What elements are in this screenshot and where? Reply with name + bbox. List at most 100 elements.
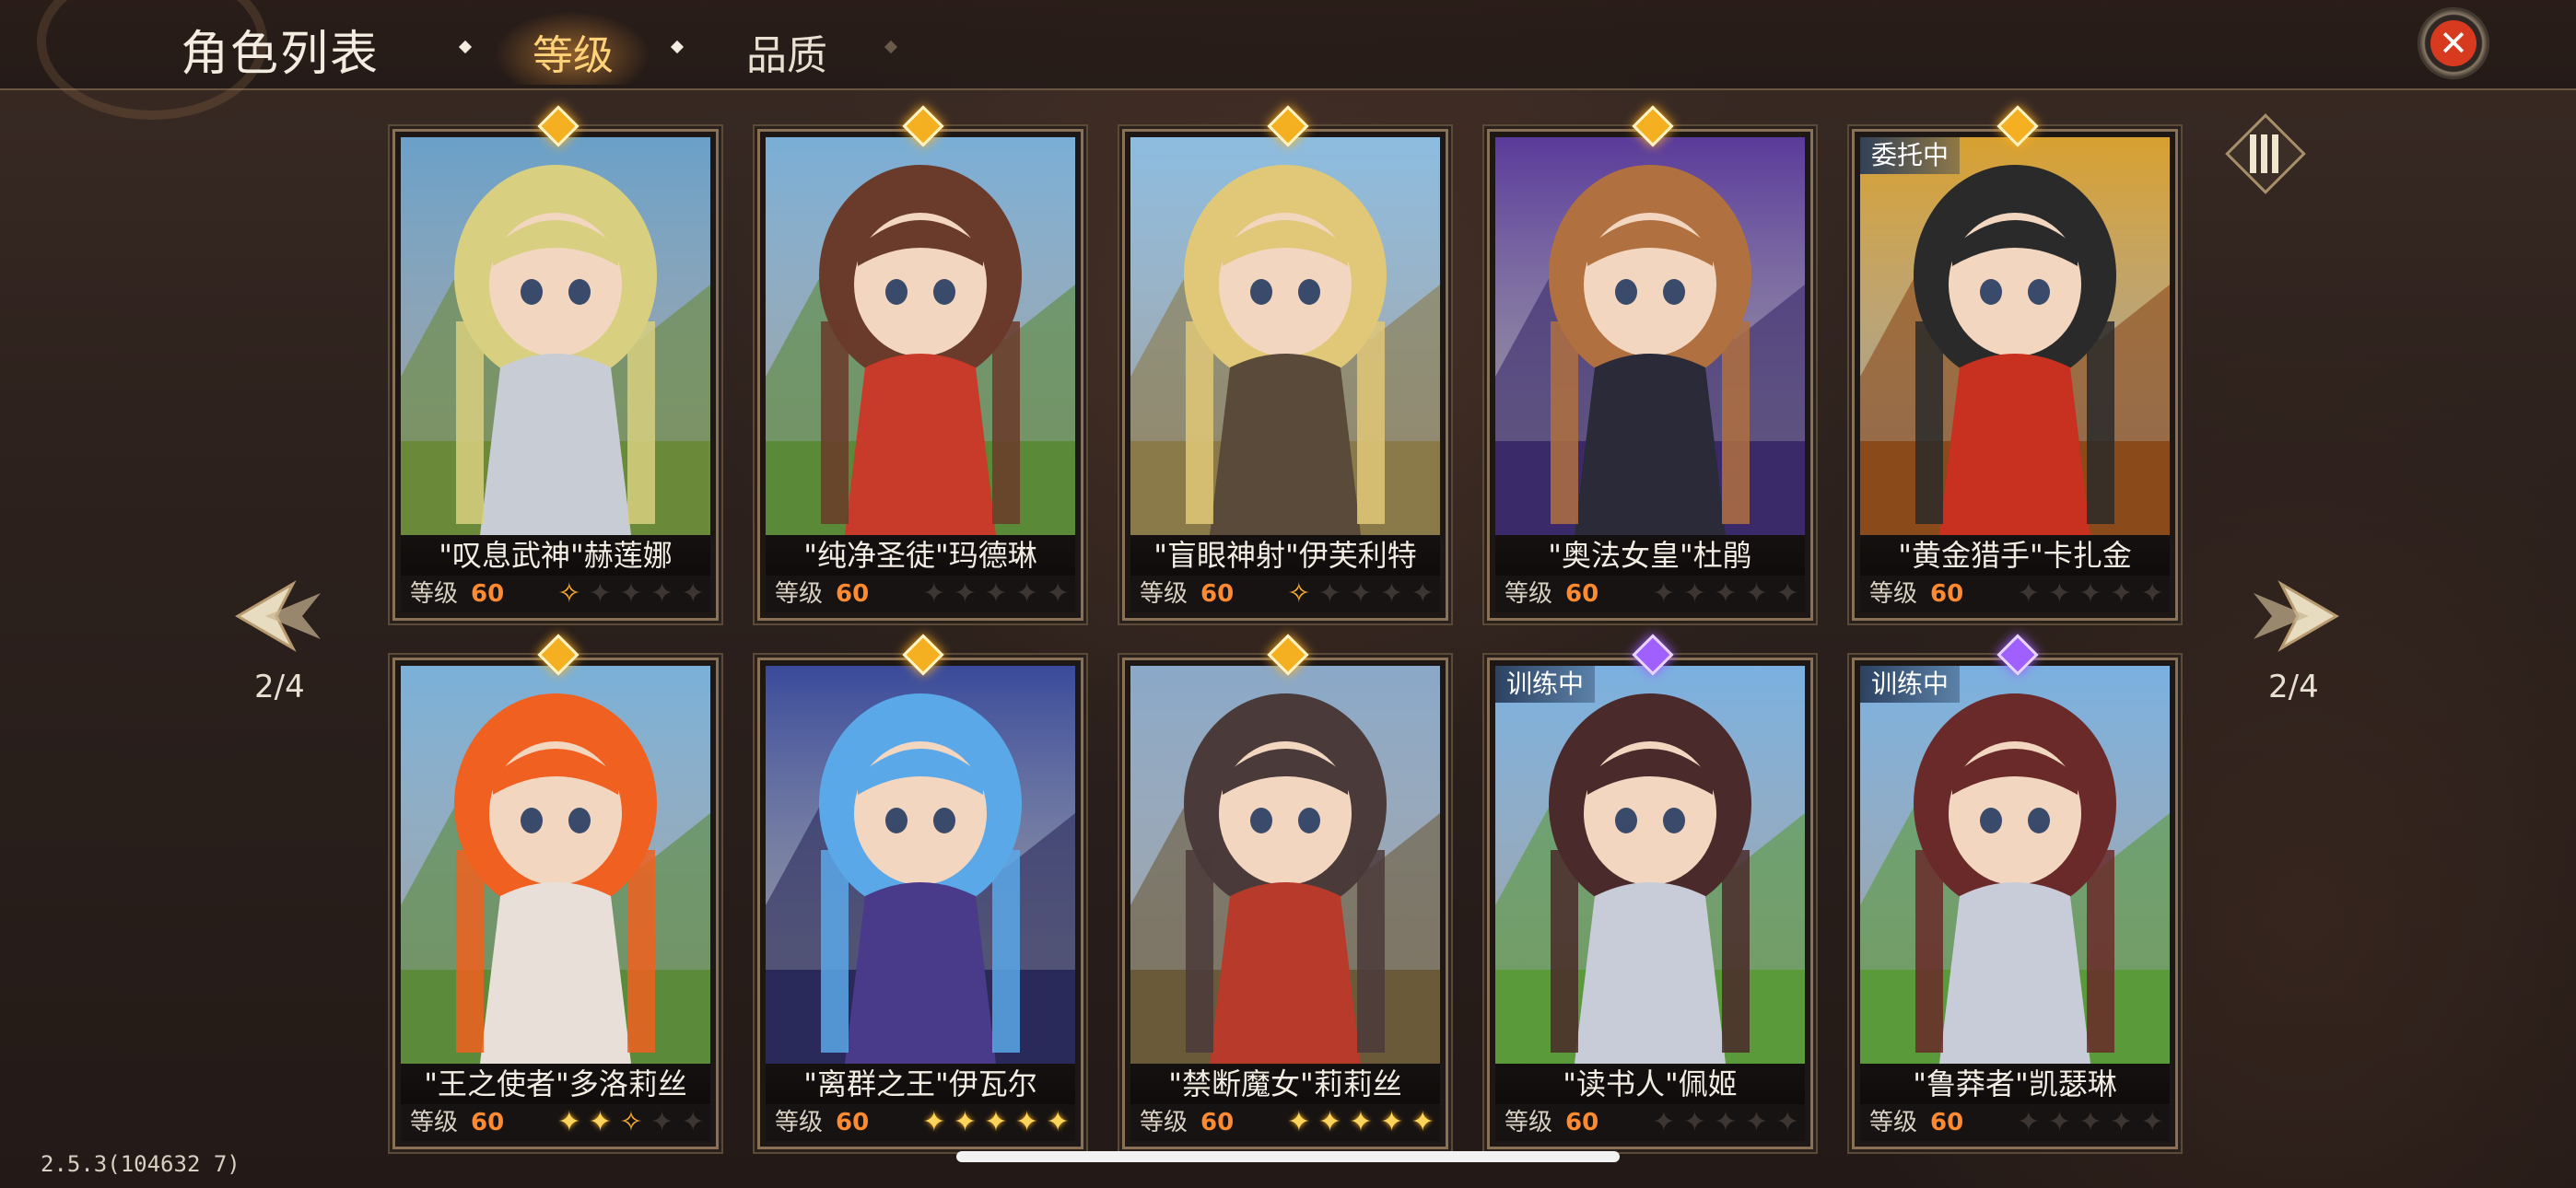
close-x-icon: ✕: [2430, 20, 2476, 66]
level-row: 等级 60 ✦ ✦ ✧ ✦ ✦: [401, 1104, 710, 1141]
character-card[interactable]: 训练中 "读书人"佩姬 等级 60 ✦ ✦ ✦ ✦ ✦: [1487, 634, 1813, 1149]
star-icon: ✦: [1714, 1106, 1738, 1138]
level-row: 等级 60 ✧ ✦ ✦ ✦ ✦: [401, 576, 710, 612]
star-icon: ✦: [1287, 1106, 1311, 1138]
level-value: 60: [1565, 1109, 1599, 1136]
star-icon: ✦: [588, 577, 612, 610]
level-label: 等级: [1140, 580, 1188, 608]
character-name: "王之使者"多洛莉丝: [401, 1064, 710, 1104]
star-icon: ✦: [1015, 577, 1039, 610]
status-tag: 训练中: [1860, 666, 1961, 703]
character-card[interactable]: "盲眼神射"伊芙利特 等级 60 ✧ ✦ ✦ ✦ ✦: [1122, 105, 1448, 621]
character-card[interactable]: "纯净圣徒"玛德琳 等级 60 ✦ ✦ ✦ ✦ ✦: [757, 105, 1083, 621]
star-rating: ✦ ✦ ✦ ✦ ✦: [2015, 576, 2166, 612]
top-bar: 角色列表 等级 品质 ✕: [0, 0, 2576, 120]
close-button[interactable]: ✕: [2418, 7, 2489, 79]
home-indicator[interactable]: [956, 1151, 1620, 1162]
level-row: 等级 60 ✦ ✦ ✦ ✦ ✦: [1495, 1104, 1805, 1141]
character-portrait: [1495, 666, 1805, 1064]
star-icon: ✦: [1652, 577, 1676, 610]
star-icon: ✧: [1287, 577, 1311, 610]
level-label: 等级: [410, 580, 459, 608]
star-icon: ✦: [588, 1106, 612, 1138]
character-portrait: [1495, 137, 1805, 535]
character-name: "黄金猎手"卡扎金: [1860, 535, 2170, 576]
star-icon: ✦: [2110, 577, 2134, 610]
level-row: 等级 60 ✦ ✦ ✦ ✦ ✦: [1860, 1104, 2170, 1141]
tab-quality[interactable]: 品质: [746, 22, 827, 81]
level-row: 等级 60 ✦ ✦ ✦ ✦ ✦: [1130, 1104, 1440, 1141]
level-value: 60: [1200, 1109, 1235, 1136]
star-rating: ✦ ✦ ✦ ✦ ✦: [1650, 576, 1801, 612]
character-card[interactable]: "叹息武神"赫莲娜 等级 60 ✧ ✦ ✦ ✦ ✦: [392, 105, 719, 621]
star-icon: ✦: [619, 577, 643, 610]
level-row: 等级 60 ✧ ✦ ✦ ✦ ✦: [1130, 576, 1440, 612]
star-rating: ✧ ✦ ✦ ✦ ✦: [1285, 576, 1436, 612]
star-icon: ✦: [2140, 1106, 2164, 1138]
character-card[interactable]: "禁断魔女"莉莉丝 等级 60 ✦ ✦ ✦ ✦ ✦: [1122, 634, 1448, 1149]
level-value: 60: [836, 1109, 870, 1136]
star-icon: ✦: [2017, 1106, 2041, 1138]
star-icon: ✦: [1682, 577, 1706, 610]
star-icon: ✦: [1046, 577, 1070, 610]
star-icon: ✦: [953, 1106, 977, 1138]
character-card[interactable]: "王之使者"多洛莉丝 等级 60 ✦ ✦ ✧ ✦ ✦: [392, 634, 719, 1149]
star-icon: ✦: [2017, 577, 2041, 610]
star-icon: ✦: [650, 577, 674, 610]
star-icon: ✦: [1317, 577, 1341, 610]
star-icon: ✦: [1652, 1106, 1676, 1138]
character-card[interactable]: 委托中 "黄金猎手"卡扎金 等级 60 ✦ ✦ ✦ ✦ ✦: [1852, 105, 2178, 621]
star-icon: ✦: [1349, 1106, 1373, 1138]
star-icon: ✦: [2110, 1106, 2134, 1138]
character-portrait: [401, 137, 710, 535]
star-icon: ✦: [2047, 1106, 2071, 1138]
level-label: 等级: [1140, 1109, 1188, 1136]
character-card[interactable]: "离群之王"伊瓦尔 等级 60 ✦ ✦ ✦ ✦ ✦: [757, 634, 1083, 1149]
star-icon: ✦: [1775, 577, 1799, 610]
star-icon: ✦: [1775, 1106, 1799, 1138]
tab-separator-dot: [884, 40, 898, 54]
star-rating: ✦ ✦ ✦ ✦ ✦: [1650, 1104, 1801, 1141]
star-icon: ✦: [1682, 1106, 1706, 1138]
star-icon: ✦: [2047, 577, 2071, 610]
level-value: 60: [1930, 580, 1964, 608]
character-card[interactable]: "奥法女皇"杜鹃 等级 60 ✦ ✦ ✦ ✦ ✦: [1487, 105, 1813, 621]
tab-separator-dot: [458, 40, 473, 54]
star-icon: ✦: [681, 1106, 705, 1138]
level-value: 60: [1200, 580, 1235, 608]
star-icon: ✦: [1380, 1106, 1404, 1138]
character-name: "纯净圣徒"玛德琳: [766, 535, 1075, 576]
star-icon: ✦: [1380, 577, 1404, 610]
star-icon: ✦: [953, 577, 977, 610]
level-value: 60: [1930, 1109, 1964, 1136]
next-page-arrow-icon[interactable]: [2244, 565, 2346, 667]
level-label: 等级: [1505, 1109, 1553, 1136]
star-icon: ✦: [1349, 577, 1373, 610]
status-tag: 委托中: [1860, 137, 1961, 174]
star-icon: ✦: [984, 1106, 1008, 1138]
level-row: 等级 60 ✦ ✦ ✦ ✦ ✦: [1860, 576, 2170, 612]
level-row: 等级 60 ✦ ✦ ✦ ✦ ✦: [766, 1104, 1075, 1141]
level-label: 等级: [775, 1109, 824, 1136]
star-icon: ✦: [650, 1106, 674, 1138]
star-icon: ✦: [2140, 577, 2164, 610]
character-name: "叹息武神"赫莲娜: [401, 535, 710, 576]
prev-page-arrow-icon[interactable]: [228, 565, 330, 667]
character-name: "奥法女皇"杜鹃: [1495, 535, 1805, 576]
character-portrait: [766, 666, 1075, 1064]
star-icon: ✧: [557, 577, 581, 610]
character-card[interactable]: 训练中 "鲁莽者"凯瑟琳 等级 60 ✦ ✦ ✦ ✦ ✦: [1852, 634, 2178, 1149]
character-portrait: [1130, 666, 1440, 1064]
character-name: "读书人"佩姬: [1495, 1064, 1805, 1104]
character-name: "离群之王"伊瓦尔: [766, 1064, 1075, 1104]
level-value: 60: [1565, 580, 1599, 608]
level-value: 60: [471, 580, 505, 608]
character-portrait: [1130, 137, 1440, 535]
star-icon: ✦: [1745, 577, 1769, 610]
character-name: "盲眼神射"伊芙利特: [1130, 535, 1440, 576]
level-label: 等级: [410, 1109, 459, 1136]
star-rating: ✦ ✦ ✦ ✦ ✦: [920, 576, 1071, 612]
tab-level[interactable]: 等级: [533, 22, 614, 81]
star-rating: ✦ ✦ ✦ ✦ ✦: [920, 1104, 1071, 1141]
star-rating: ✦ ✦ ✧ ✦ ✦: [556, 1104, 707, 1141]
